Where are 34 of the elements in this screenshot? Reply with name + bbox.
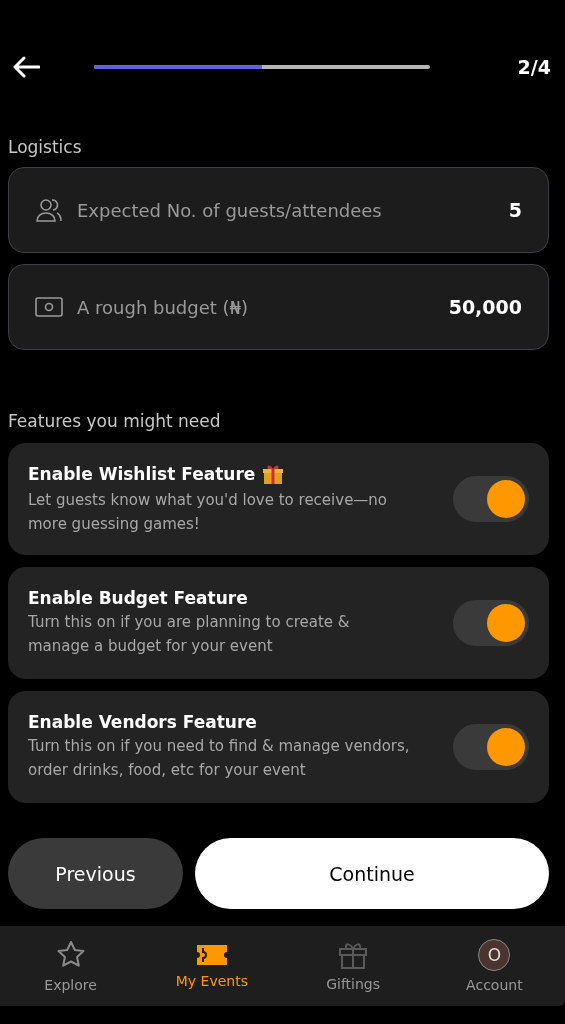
- input-field[interactable]: A rough budget (₦) 50,000: [8, 264, 549, 350]
- section-title: Features you might need: [8, 411, 222, 431]
- nav-label: Giftings: [326, 976, 381, 992]
- toggle-switch[interactable]: [453, 600, 529, 646]
- ticket-icon: [194, 943, 229, 967]
- field-value: 50,000: [448, 296, 522, 318]
- nav-tab[interactable]: Explore: [0, 926, 142, 1006]
- people-icon: [35, 197, 63, 223]
- previous-button[interactable]: Previous: [8, 838, 183, 909]
- feature-title: Enable Wishlist Feature: [28, 464, 256, 484]
- cash-icon: [35, 296, 63, 318]
- field-label: A rough budget (₦): [77, 296, 250, 318]
- input-field[interactable]: Expected No. of guests/attendees 5: [8, 167, 549, 253]
- nav-label: Account: [466, 977, 523, 993]
- nav-label: Explore: [44, 977, 97, 993]
- continue-button[interactable]: Continue: [195, 838, 549, 909]
- nav-tab[interactable]: O Account: [423, 926, 565, 1006]
- avatar: O: [478, 939, 511, 971]
- field-label: Expected No. of guests/attendees: [77, 199, 383, 221]
- feature-description: Turn this on if you need to find & manage vendors, order drinks, food, etc for your event: [28, 736, 411, 781]
- nav-tab[interactable]: My Events: [141, 926, 283, 1006]
- nav-tab[interactable]: Giftings: [282, 926, 424, 1006]
- feature-description: Turn this on if you are planning to create & manage a budget for your event: [28, 612, 351, 657]
- step-counter: 2/4: [517, 56, 551, 78]
- feature-title: Enable Vendors Feature: [28, 712, 257, 732]
- toggle-switch[interactable]: [453, 724, 529, 770]
- section-title: Logistics: [8, 137, 83, 157]
- gift-icon: [338, 940, 369, 970]
- toggle-switch[interactable]: [453, 476, 529, 522]
- feature-title: Enable Budget Feature: [28, 588, 248, 608]
- back-arrow-icon[interactable]: [12, 56, 40, 78]
- field-value: 5: [508, 199, 522, 221]
- nav-label: My Events: [175, 973, 248, 989]
- feature-description: Let guests know what you'd love to receive—no more guessing games!: [28, 490, 389, 535]
